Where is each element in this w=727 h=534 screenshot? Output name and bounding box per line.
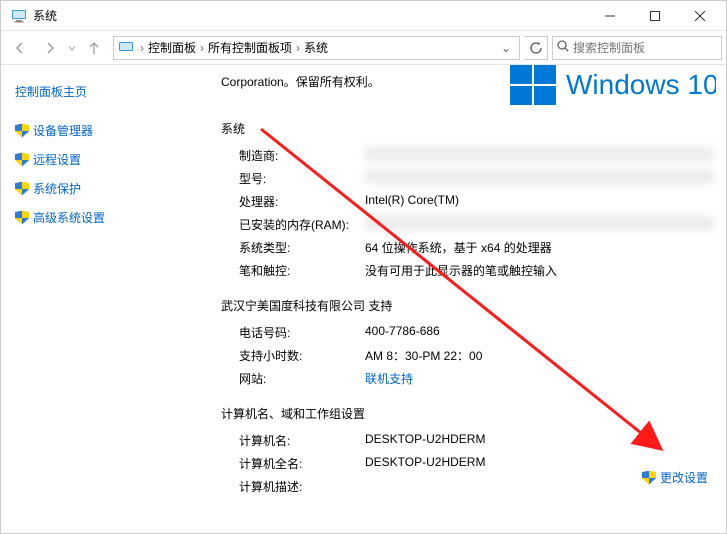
- label-telephone: 电话号码:: [239, 324, 365, 341]
- label-computer-name: 计算机名:: [239, 432, 365, 449]
- value-pen-touch: 没有可用于此显示器的笔或触控输入: [365, 262, 714, 279]
- back-button[interactable]: [5, 34, 35, 62]
- value-processor: Intel(R) Core(TM): [365, 193, 714, 210]
- support-section: 武汉宁美国度科技有限公司 支持 电话号码:400-7786-686 支持小时数:…: [221, 297, 714, 387]
- corporation-text: Corporation。保留所有权利。: [221, 73, 421, 90]
- computer-name-section: 计算机名、域和工作组设置 计算机名:DESKTOP-U2HDERM 计算机全名:…: [221, 405, 714, 495]
- sidebar-item-label: 系统保护: [33, 180, 81, 197]
- sidebar-item-label: 高级系统设置: [33, 209, 105, 226]
- label-processor: 处理器:: [239, 193, 365, 210]
- sidebar-remote-settings[interactable]: 远程设置: [15, 151, 201, 168]
- value-manufacturer: [365, 147, 714, 161]
- online-support-link[interactable]: 联机支持: [365, 372, 413, 386]
- chevron-right-icon: ›: [294, 41, 302, 55]
- breadcrumb-system[interactable]: 系统: [302, 39, 330, 56]
- value-model: [365, 170, 714, 184]
- chevron-right-icon: ›: [138, 41, 146, 55]
- value-system-type: 64 位操作系统，基于 x64 的处理器: [365, 239, 714, 256]
- windows-logo-icon: [510, 65, 556, 105]
- value-hours: AM 8：30-PM 22：00: [365, 347, 714, 364]
- change-settings-label: 更改设置: [660, 469, 708, 486]
- change-settings-link[interactable]: 更改设置: [642, 469, 708, 486]
- label-ram: 已安装的内存(RAM):: [239, 216, 365, 233]
- sidebar-system-protection[interactable]: 系统保护: [15, 180, 201, 197]
- window-title: 系统: [33, 7, 57, 24]
- sidebar-advanced-settings[interactable]: 高级系统设置: [15, 209, 201, 226]
- label-model: 型号:: [239, 170, 365, 187]
- section-title: 系统: [221, 120, 714, 137]
- sidebar: 控制面板主页 设备管理器 远程设置 系统保护 高级系统设置: [1, 65, 201, 533]
- main-content: Windows 10 Corporation。保留所有权利。 系统 制造商: 型…: [201, 65, 726, 533]
- value-ram: [365, 216, 714, 230]
- label-hours: 支持小时数:: [239, 347, 365, 364]
- address-dropdown[interactable]: ⌄: [497, 41, 515, 55]
- windows-logo-text: Windows 10: [566, 69, 716, 101]
- refresh-button[interactable]: [524, 36, 548, 60]
- sidebar-device-manager[interactable]: 设备管理器: [15, 122, 201, 139]
- system-section: 系统 制造商: 型号: 处理器:Intel(R) Core(TM) 已安装的内存…: [221, 120, 714, 279]
- system-icon: [11, 8, 27, 24]
- label-pen-touch: 笔和触控:: [239, 262, 365, 279]
- address-bar[interactable]: › 控制面板 › 所有控制面板项 › 系统 ⌄: [113, 36, 520, 60]
- value-telephone: 400-7786-686: [365, 324, 714, 341]
- forward-button[interactable]: [35, 34, 65, 62]
- label-system-type: 系统类型:: [239, 239, 365, 256]
- sidebar-item-label: 远程设置: [33, 151, 81, 168]
- chevron-right-icon: ›: [198, 41, 206, 55]
- history-dropdown[interactable]: [65, 44, 79, 52]
- section-title: 武汉宁美国度科技有限公司 支持: [221, 297, 714, 314]
- search-icon: [557, 40, 569, 55]
- close-button[interactable]: [677, 2, 722, 30]
- windows-logo: Windows 10: [510, 65, 716, 105]
- sidebar-item-label: 设备管理器: [33, 122, 93, 139]
- value-computer-name: DESKTOP-U2HDERM: [365, 432, 714, 449]
- label-website: 网站:: [239, 370, 365, 387]
- navbar: › 控制面板 › 所有控制面板项 › 系统 ⌄: [1, 31, 726, 65]
- label-full-name: 计算机全名:: [239, 455, 365, 472]
- maximize-button[interactable]: [632, 2, 677, 30]
- breadcrumb-control-panel[interactable]: 控制面板: [146, 39, 198, 56]
- up-button[interactable]: [79, 34, 109, 62]
- search-input[interactable]: [573, 41, 717, 55]
- label-manufacturer: 制造商:: [239, 147, 365, 164]
- breadcrumb-all-items[interactable]: 所有控制面板项: [206, 39, 294, 56]
- titlebar: 系统: [1, 1, 726, 31]
- section-title: 计算机名、域和工作组设置: [221, 405, 714, 422]
- system-icon: [118, 40, 134, 56]
- search-bar[interactable]: [552, 36, 722, 60]
- label-description: 计算机描述:: [239, 478, 365, 495]
- minimize-button[interactable]: [587, 2, 632, 30]
- control-panel-home-link[interactable]: 控制面板主页: [15, 83, 201, 100]
